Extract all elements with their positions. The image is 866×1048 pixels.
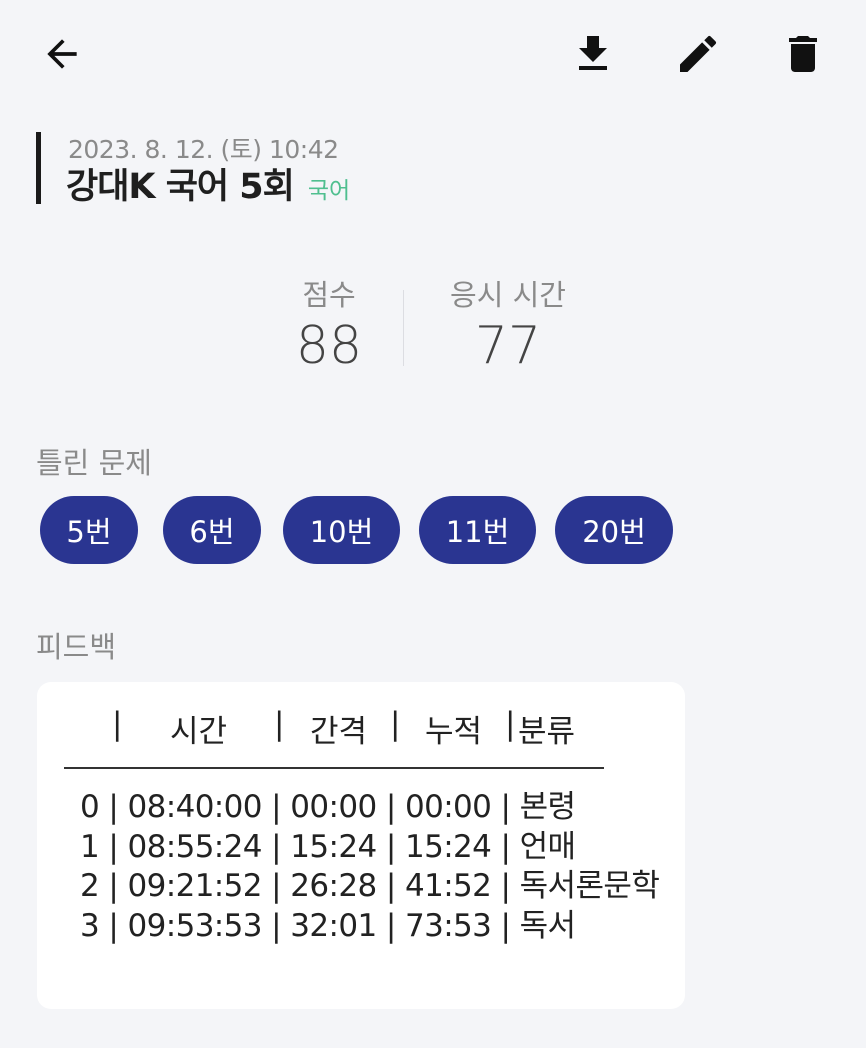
arrow-left-icon [47, 39, 77, 69]
feedback-row: 2 | 09:21:52 | 26:28 | 41:52 | 독서론문학 [80, 868, 660, 904]
page-title: 강대K 국어 5회 [66, 167, 295, 207]
header-separator: | [505, 706, 516, 742]
wrong-question-chip[interactable]: 5번 [40, 496, 138, 564]
header-category: 분류 [518, 714, 576, 750]
time-stat: 응시 시간 77 [438, 272, 578, 376]
time-value: 77 [474, 316, 542, 376]
title-accent-bar [36, 132, 41, 204]
trash-icon [789, 36, 817, 72]
pencil-icon [680, 35, 717, 72]
feedback-rows: 0 | 08:40:00 | 00:00 | 00:00 | 본령 1 | 08… [80, 788, 660, 946]
edit-button[interactable] [672, 28, 724, 80]
wrong-question-chip[interactable]: 11번 [419, 496, 536, 564]
feedback-row: 3 | 09:53:53 | 32:01 | 73:53 | 독서 [80, 907, 576, 944]
feedback-row: 1 | 08:55:24 | 15:24 | 15:24 | 언매 [80, 828, 576, 865]
header-interval: 간격 [310, 714, 368, 750]
wrong-question-chip[interactable]: 6번 [163, 496, 261, 564]
header-separator: | [390, 706, 401, 742]
time-label: 응시 시간 [450, 278, 566, 312]
header-cumulative: 누적 [425, 714, 483, 750]
back-button[interactable] [36, 28, 88, 80]
score-value: 88 [295, 316, 363, 376]
title-row: 강대K 국어 5회 국어 [66, 158, 350, 209]
score-label: 점수 [302, 278, 356, 312]
score-stat: 점수 88 [288, 272, 370, 376]
wrong-questions-label: 틀린 문제 [36, 446, 152, 480]
subject-tag: 국어 [307, 178, 351, 204]
wrong-question-chip[interactable]: 20번 [555, 496, 673, 564]
header-separator: | [112, 706, 123, 742]
feedback-row: 0 | 08:40:00 | 00:00 | 00:00 | 본령 [80, 789, 576, 825]
delete-button[interactable] [777, 28, 829, 80]
feedback-label: 피드백 [36, 630, 117, 664]
stat-divider [403, 290, 404, 366]
download-icon [579, 36, 607, 70]
wrong-question-chip[interactable]: 10번 [283, 496, 400, 564]
header-time: 시간 [170, 714, 228, 750]
header-separator: | [274, 706, 285, 742]
feedback-header-rule [64, 767, 604, 769]
download-button[interactable] [567, 28, 619, 80]
